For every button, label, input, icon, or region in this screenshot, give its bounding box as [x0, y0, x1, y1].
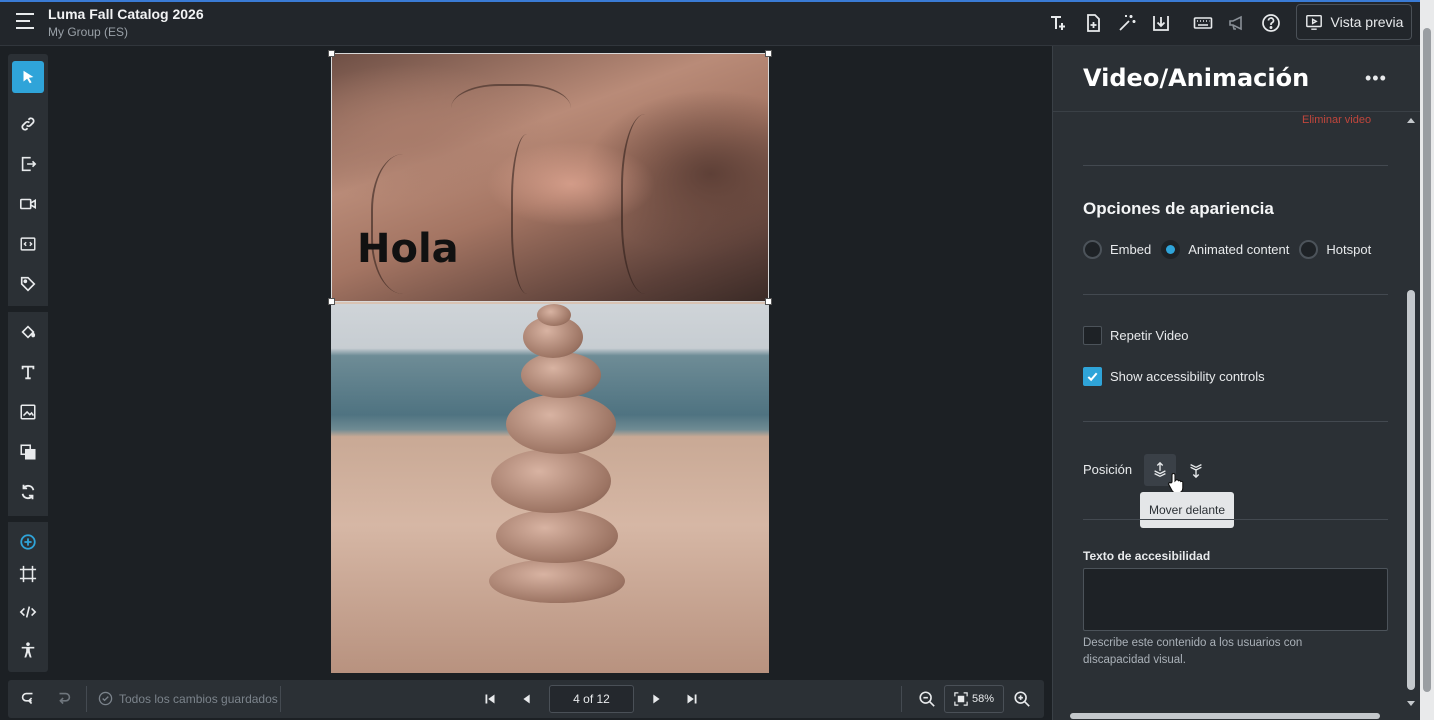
- zoom-fit-button[interactable]: 58%: [944, 685, 1004, 713]
- link-icon[interactable]: [12, 108, 44, 140]
- radio-label: Hotspot: [1326, 242, 1372, 257]
- next-page-icon[interactable]: [646, 689, 666, 709]
- undo-icon[interactable]: [18, 689, 38, 709]
- appearance-radio-group: Embed Animated content Hotspot: [1083, 240, 1381, 259]
- bottom-bar: Todos los cambios guardados 4 of 12 58%: [8, 680, 1044, 718]
- zoom-level: 58%: [971, 693, 995, 705]
- scroll-up-icon[interactable]: [1407, 118, 1415, 123]
- tooltip: Mover delante: [1140, 492, 1234, 528]
- select-arrow-icon[interactable]: [12, 61, 44, 93]
- paint-bucket-icon[interactable]: [12, 316, 44, 348]
- page-indicator[interactable]: 4 of 12: [549, 685, 634, 713]
- window-scrollbar[interactable]: [1420, 0, 1434, 720]
- panel-header: Video/Animación •••: [1053, 46, 1421, 112]
- download-icon[interactable]: [1148, 10, 1174, 36]
- keyboard-icon[interactable]: [1190, 10, 1216, 36]
- add-circle-icon[interactable]: [12, 526, 44, 558]
- text-icon[interactable]: [12, 356, 44, 388]
- document-title: Luma Fall Catalog 2026: [48, 6, 204, 22]
- scroll-thumb[interactable]: [1423, 28, 1431, 692]
- top-bar: Luma Fall Catalog 2026 My Group (ES) Vis…: [0, 0, 1434, 46]
- first-page-icon[interactable]: [480, 689, 500, 709]
- zoom-in-icon[interactable]: [1012, 689, 1032, 709]
- save-status-label: Todos los cambios guardados: [119, 691, 278, 706]
- catalog-page[interactable]: Hola: [331, 54, 769, 673]
- radio-button-selected[interactable]: [1161, 240, 1181, 259]
- animated-video-element[interactable]: Hola: [331, 54, 769, 302]
- properties-panel: Video/Animación ••• Eliminar video Opcio…: [1052, 46, 1421, 720]
- export-icon[interactable]: [12, 148, 44, 180]
- radio-label: Animated content: [1188, 242, 1290, 257]
- alt-text-field[interactable]: [1083, 568, 1388, 631]
- checkbox-checked[interactable]: [1083, 367, 1102, 386]
- layers-icon[interactable]: [12, 436, 44, 468]
- group-name: My Group (ES): [48, 25, 129, 39]
- image-icon[interactable]: [12, 396, 44, 428]
- checkbox[interactable]: [1083, 326, 1102, 345]
- menu-icon[interactable]: [16, 13, 36, 33]
- panel-scrollbar[interactable]: [1404, 114, 1418, 708]
- repeat-video-checkbox[interactable]: Repetir Video: [1083, 326, 1189, 345]
- checkbox-label: Repetir Video: [1110, 328, 1189, 343]
- tool-sidebar: [8, 54, 48, 672]
- resize-handle[interactable]: [328, 298, 335, 305]
- preview-button[interactable]: Vista previa: [1296, 4, 1412, 40]
- monitor-play-icon: [1305, 14, 1322, 30]
- save-status: Todos los cambios guardados: [98, 691, 278, 706]
- position-label: Posición: [1083, 462, 1133, 477]
- panel-title: Video/Animación: [1083, 64, 1310, 92]
- video-icon[interactable]: [12, 188, 44, 220]
- appearance-section-title: Opciones de apariencia: [1083, 199, 1274, 218]
- radio-animated-content[interactable]: Animated content: [1161, 240, 1289, 259]
- magic-wand-icon[interactable]: [1114, 10, 1140, 36]
- radio-hotspot[interactable]: Hotspot: [1299, 240, 1371, 259]
- text-format-icon[interactable]: [1046, 10, 1072, 36]
- embed-code-icon[interactable]: [12, 228, 44, 260]
- panel-horizontal-scrollbar[interactable]: [1052, 708, 1402, 720]
- hand-cursor-icon: [1168, 473, 1184, 494]
- accessibility-icon[interactable]: [12, 634, 44, 666]
- redo-icon[interactable]: [54, 689, 74, 709]
- accessibility-controls-checkbox[interactable]: Show accessibility controls: [1083, 367, 1265, 386]
- resize-handle[interactable]: [328, 50, 335, 57]
- fit-screen-icon: [954, 692, 968, 706]
- delete-video-link[interactable]: Eliminar video: [1302, 114, 1371, 126]
- check-circle-icon: [98, 691, 113, 706]
- alt-text-label: Texto de accesibilidad: [1083, 549, 1211, 563]
- megaphone-icon[interactable]: [1224, 10, 1250, 36]
- overlay-text[interactable]: Hola: [357, 226, 459, 272]
- scroll-down-icon[interactable]: [1407, 701, 1415, 706]
- check-icon: [1087, 372, 1098, 382]
- radio-button[interactable]: [1299, 240, 1319, 259]
- radio-label: Embed: [1110, 242, 1152, 257]
- refresh-icon[interactable]: [12, 476, 44, 508]
- more-options-icon[interactable]: •••: [1365, 68, 1387, 89]
- tag-icon[interactable]: [12, 268, 44, 300]
- stacked-stones-image[interactable]: [331, 304, 769, 673]
- send-backward-icon: [1190, 463, 1202, 479]
- scroll-thumb[interactable]: [1407, 290, 1415, 690]
- resize-handle[interactable]: [765, 298, 772, 305]
- radio-button[interactable]: [1083, 240, 1102, 259]
- last-page-icon[interactable]: [682, 689, 702, 709]
- document-add-icon[interactable]: [1080, 10, 1106, 36]
- code-icon[interactable]: [12, 596, 44, 628]
- zoom-out-icon[interactable]: [917, 689, 937, 709]
- crop-frame-icon[interactable]: [12, 558, 44, 590]
- preview-label: Vista previa: [1330, 14, 1404, 30]
- radio-embed[interactable]: Embed: [1083, 240, 1151, 259]
- checkbox-label: Show accessibility controls: [1110, 369, 1265, 384]
- alt-text-help: Describe este contenido a los usuarios c…: [1083, 637, 1303, 666]
- scroll-thumb[interactable]: [1070, 713, 1380, 719]
- previous-page-icon[interactable]: [517, 689, 537, 709]
- resize-handle[interactable]: [765, 50, 772, 57]
- help-icon[interactable]: [1258, 10, 1284, 36]
